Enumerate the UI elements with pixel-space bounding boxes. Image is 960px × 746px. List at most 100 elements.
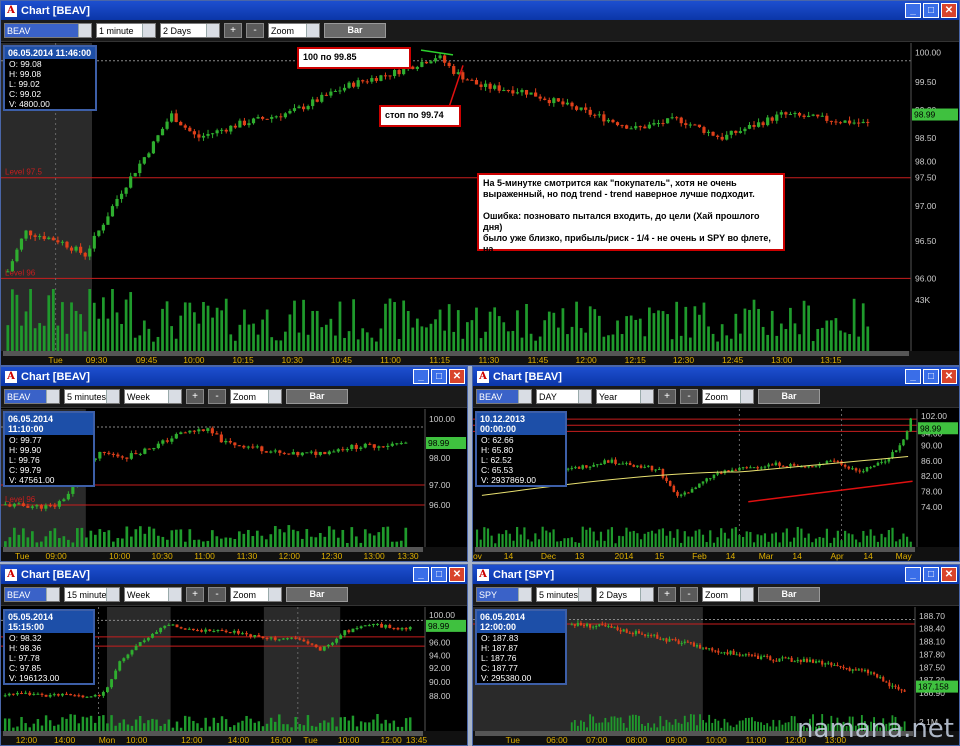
interval-select[interactable]: DAY	[536, 389, 592, 404]
bar-type-button[interactable]: Bar	[758, 587, 820, 602]
ohlc-low: L: 97.78	[9, 653, 40, 663]
volume-bar	[81, 716, 85, 731]
range-select[interactable]: 2 Days	[596, 587, 654, 602]
time-tick-label: 12:00	[380, 735, 402, 745]
candle-body	[447, 62, 451, 67]
close-icon[interactable]: ✕	[941, 3, 957, 18]
candle-body	[363, 443, 367, 448]
wday-titlebar[interactable]: A Chart [BEAV] _ □ ✕	[473, 367, 959, 386]
minimize-icon[interactable]: _	[413, 567, 429, 582]
volume-bar	[379, 328, 383, 351]
maximize-icon[interactable]: □	[923, 3, 939, 18]
zoom-out-button[interactable]: -	[208, 389, 226, 404]
zoom-out-button[interactable]: -	[246, 23, 264, 38]
close-icon[interactable]: ✕	[449, 567, 465, 582]
zoom-in-button[interactable]: +	[658, 389, 676, 404]
volume-bar	[125, 526, 129, 547]
spy-titlebar[interactable]: A Chart [SPY] _ □ ✕	[473, 565, 959, 584]
zoom-select[interactable]: Zoom	[230, 587, 282, 602]
volume-bar	[381, 527, 385, 547]
zoom-select[interactable]: Zoom	[230, 389, 282, 404]
candle-body	[155, 632, 158, 634]
close-icon[interactable]: ✕	[941, 369, 957, 384]
volume-bar	[632, 530, 635, 547]
range-select[interactable]: Year	[596, 389, 654, 404]
maximize-icon[interactable]: □	[431, 369, 447, 384]
time-tick-label: 09:30	[86, 355, 108, 365]
zoom-in-button[interactable]: +	[658, 587, 676, 602]
interval-select[interactable]: 1 minute	[96, 23, 156, 38]
candle-body	[865, 467, 869, 472]
symbol-select[interactable]: BEAV	[4, 389, 60, 404]
close-icon[interactable]: ✕	[941, 567, 957, 582]
maximize-icon[interactable]: □	[923, 369, 939, 384]
main-chart-area[interactable]: Level 97.5Level 96100.0099.5099.0098.509…	[1, 43, 959, 365]
zoom-in-button[interactable]: +	[186, 587, 204, 602]
volume-bar	[580, 720, 582, 731]
candle-body	[732, 650, 735, 655]
range-select[interactable]: 2 Days	[160, 23, 220, 38]
interval-select[interactable]: 5 minutes	[64, 389, 120, 404]
zoom-select[interactable]: Zoom	[702, 389, 754, 404]
zoom-in-button[interactable]: +	[224, 23, 242, 38]
volume-bar	[12, 727, 15, 731]
zoom-out-button[interactable]: -	[680, 389, 698, 404]
volume-bar	[224, 719, 228, 731]
volume-bar	[202, 301, 205, 351]
w15-chart-area[interactable]: 100.0098.0096.0094.0092.0090.0088.0098.9…	[1, 607, 467, 745]
maximize-icon[interactable]: □	[923, 567, 939, 582]
volume-bar	[251, 536, 255, 547]
candle-body	[74, 246, 78, 251]
symbol-select[interactable]: SPY	[476, 587, 532, 602]
candle-body	[224, 440, 228, 443]
volume-bar	[656, 727, 659, 731]
candle-body	[808, 659, 812, 662]
maximize-icon[interactable]: □	[431, 567, 447, 582]
bar-type-button[interactable]: Bar	[286, 587, 348, 602]
w15-titlebar[interactable]: A Chart [BEAV] _ □ ✕	[1, 565, 467, 584]
minimize-icon[interactable]: _	[905, 3, 921, 18]
candle-body	[77, 695, 81, 697]
volume-bar	[122, 719, 126, 731]
close-icon[interactable]: ✕	[449, 369, 465, 384]
minimize-icon[interactable]: _	[905, 567, 921, 582]
volume-bar	[76, 528, 79, 547]
minimize-icon[interactable]: _	[905, 369, 921, 384]
volume-bar	[338, 301, 342, 351]
candle-body	[534, 92, 538, 97]
symbol-select[interactable]: BEAV	[476, 389, 532, 404]
range-select[interactable]: Week	[124, 587, 182, 602]
zoom-out-button[interactable]: -	[208, 587, 226, 602]
candle-body	[279, 116, 283, 118]
bar-type-button[interactable]: Bar	[324, 23, 386, 38]
bar-type-button[interactable]: Bar	[758, 389, 820, 404]
range-select[interactable]: Week	[124, 389, 182, 404]
w5-chart-area[interactable]: Level 96 100.00 98.00 97.00 96.00 98.99 Tue 09:…	[1, 409, 467, 561]
volume-bar	[734, 313, 738, 351]
w5-titlebar[interactable]: A Chart [BEAV] _ □ ✕	[1, 367, 467, 386]
zoom-select[interactable]: Zoom	[702, 587, 754, 602]
candle-body	[662, 638, 665, 640]
zoom-out-button[interactable]: -	[680, 587, 698, 602]
volume-bar	[336, 537, 340, 547]
volume-bar	[302, 299, 305, 351]
bar-type-button[interactable]: Bar	[286, 389, 348, 404]
candle-body	[102, 451, 106, 453]
zoom-in-button[interactable]: +	[186, 389, 204, 404]
interval-select[interactable]: 5 minutes	[536, 587, 592, 602]
symbol-select[interactable]: BEAV	[4, 587, 60, 602]
volume-bar	[684, 306, 688, 351]
candle-body	[65, 693, 68, 695]
volume-bar	[167, 719, 171, 731]
zoom-select[interactable]: Zoom	[268, 23, 320, 38]
volume-bar	[563, 538, 566, 547]
symbol-select[interactable]: BEAV	[4, 23, 92, 38]
candle-body	[332, 451, 336, 453]
main-titlebar[interactable]: A Chart [BEAV] _ □ ✕	[1, 1, 959, 20]
interval-select[interactable]: 15 minutes	[64, 587, 120, 602]
wday-chart-area[interactable]: 102.0094.0090.0086.0082.0078.0074.0098.9…	[473, 409, 959, 561]
volume-bar	[657, 310, 660, 351]
candle-body	[588, 109, 592, 115]
minimize-icon[interactable]: _	[413, 369, 429, 384]
volume-bar	[133, 337, 137, 351]
